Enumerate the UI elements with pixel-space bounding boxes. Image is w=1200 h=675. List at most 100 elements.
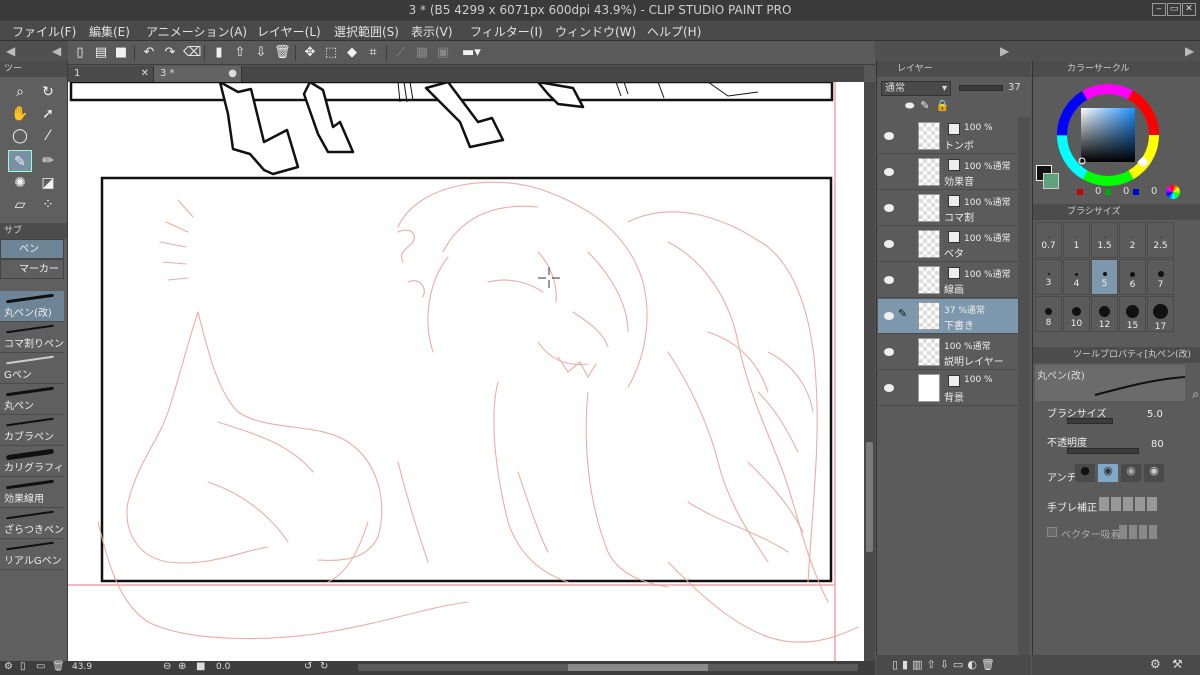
- canvas-area[interactable]: [68, 82, 864, 663]
- pencil-tool-icon[interactable]: ✏: [36, 150, 60, 172]
- visibility-eye-icon[interactable]: [884, 348, 894, 356]
- new-file-icon[interactable]: ▯: [72, 45, 88, 61]
- layer-thumbnail[interactable]: [918, 374, 940, 402]
- menu-window[interactable]: ウィンドウ(W): [555, 23, 636, 40]
- layer-name[interactable]: 下書き: [944, 317, 974, 332]
- layer-name[interactable]: コマ割: [944, 209, 974, 224]
- scroll-thumb[interactable]: [568, 664, 708, 671]
- fill-tool-icon[interactable]: ◪: [36, 172, 60, 194]
- close-button[interactable]: ✕: [1182, 3, 1196, 16]
- layer-row[interactable]: 100 %通常 効果音: [878, 155, 1018, 190]
- grid-icon[interactable]: ▦: [414, 45, 430, 61]
- layer-name[interactable]: 背景: [944, 389, 964, 404]
- brush-effect-line[interactable]: 効果線用: [0, 477, 64, 508]
- antialias-options[interactable]: ● ◉ ◉ ◉: [1075, 464, 1185, 482]
- brush-size-cell[interactable]: 4: [1063, 259, 1090, 295]
- select-all-icon[interactable]: ⬚: [323, 45, 339, 61]
- layer-thumbnail[interactable]: [918, 194, 940, 222]
- subtool-marker[interactable]: マーカー: [0, 259, 64, 279]
- brush-calligraphy[interactable]: カリグラフィ: [0, 446, 64, 477]
- menu-help[interactable]: ヘルプ(H): [647, 23, 701, 40]
- brush-koma-pen[interactable]: コマ割りペン: [0, 322, 64, 353]
- layer-name[interactable]: 線画: [944, 281, 964, 296]
- trash-icon[interactable]: 🗑: [274, 45, 291, 61]
- color-mode-icon[interactable]: [1166, 185, 1180, 199]
- menu-filter[interactable]: フィルター(I): [470, 23, 543, 40]
- brush-size-cell[interactable]: 3: [1035, 259, 1062, 295]
- vector-snap-checkbox[interactable]: [1047, 527, 1057, 537]
- opacity-slider[interactable]: [1067, 448, 1139, 454]
- horizontal-scrollbar[interactable]: [358, 664, 858, 671]
- green-value[interactable]: 0: [1123, 186, 1129, 197]
- redo-icon[interactable]: ↷: [162, 45, 178, 61]
- canvas-vertical-scrollbar[interactable]: [864, 82, 875, 663]
- vector-snap-slider[interactable]: [1119, 525, 1159, 539]
- menu-file[interactable]: ファイル(F): [12, 23, 76, 40]
- fit-icon[interactable]: ■: [196, 661, 205, 672]
- tab-doc-1[interactable]: 1 ✕: [68, 66, 154, 82]
- brush-size-cell[interactable]: 7: [1147, 259, 1174, 295]
- paste-icon[interactable]: ⇩: [253, 45, 269, 61]
- layer-thumbnail[interactable]: [918, 302, 940, 330]
- layer-row[interactable]: 100 % トンボ: [878, 119, 1018, 154]
- angle-value[interactable]: 0.0: [216, 662, 230, 672]
- blue-value[interactable]: 0: [1151, 186, 1157, 197]
- zoom-value[interactable]: 43.9: [72, 662, 92, 672]
- copy-icon[interactable]: ▭: [36, 661, 45, 672]
- collapse-right-icon[interactable]: ▶: [1000, 44, 1009, 58]
- brush-size-cell[interactable]: 2.5: [1147, 222, 1174, 258]
- brush-size-cell[interactable]: 1: [1063, 222, 1090, 258]
- brush-size-cell[interactable]: 1.5: [1091, 222, 1118, 258]
- visibility-eye-icon[interactable]: [884, 168, 894, 176]
- save-icon[interactable]: ■: [113, 45, 129, 61]
- layer-name[interactable]: 効果音: [944, 173, 974, 188]
- new-layer-icon[interactable]: ▮: [211, 45, 227, 61]
- trash-icon[interactable]: 🗑: [52, 661, 65, 672]
- red-value[interactable]: 0: [1095, 186, 1101, 197]
- brush-real-g-pen[interactable]: リアルGペン: [0, 539, 64, 570]
- layer-opacity-value[interactable]: 37: [1008, 82, 1021, 93]
- zoom-out-icon[interactable]: ⊖: [163, 661, 171, 672]
- brush-size-cell[interactable]: 2: [1119, 222, 1146, 258]
- visibility-eye-icon[interactable]: [884, 240, 894, 248]
- zoom-tool-icon[interactable]: ⌕: [8, 81, 32, 103]
- display-menu-icon[interactable]: ▬▾: [462, 45, 481, 61]
- brush-g-pen[interactable]: Gペン: [0, 353, 64, 384]
- menu-edit[interactable]: 編集(E): [89, 23, 130, 40]
- stabilization-slider[interactable]: [1099, 497, 1159, 511]
- layer-name[interactable]: 説明レイヤー: [944, 353, 1004, 368]
- brush-size-slider[interactable]: [1067, 418, 1113, 424]
- rotate-tool-icon[interactable]: ↻: [36, 81, 60, 103]
- layer-row[interactable]: 100 % 背景: [878, 371, 1018, 406]
- copy-icon[interactable]: ⇧: [232, 45, 248, 61]
- brush-kabura-pen[interactable]: カブラペン: [0, 415, 64, 446]
- layer-thumbnail[interactable]: [918, 266, 940, 294]
- modified-dot-icon[interactable]: ●: [228, 66, 237, 81]
- collapse-left-icon[interactable]: ◀: [52, 44, 61, 58]
- layer-row[interactable]: ✎ 37 %通常 下書き: [878, 299, 1018, 334]
- eyedropper-tool-icon[interactable]: ⁄: [36, 125, 60, 147]
- visibility-eye-icon[interactable]: [884, 132, 894, 140]
- open-folder-icon[interactable]: ▤: [93, 45, 109, 61]
- object-tool-icon[interactable]: ➚: [36, 103, 60, 125]
- subtool-pen[interactable]: ペン: [0, 239, 64, 259]
- zoom-in-icon[interactable]: ⊕: [178, 661, 186, 672]
- maximize-button[interactable]: ▭: [1167, 3, 1181, 16]
- visibility-eye-icon[interactable]: [884, 276, 894, 284]
- layer-row[interactable]: 100 %通常 ベタ: [878, 227, 1018, 262]
- blend-tool-icon[interactable]: ⁘: [36, 194, 60, 216]
- layer-thumbnail[interactable]: [918, 338, 940, 366]
- menu-animation[interactable]: アニメーション(A): [146, 23, 247, 40]
- wrench-icon[interactable]: ⚒: [1172, 657, 1183, 671]
- transform-icon[interactable]: ✥: [302, 45, 318, 61]
- layer-opacity-slider[interactable]: [959, 85, 1003, 91]
- collapse-right-icon[interactable]: ▶: [1185, 44, 1194, 58]
- move-tool-icon[interactable]: ✋: [8, 103, 32, 125]
- layer-thumbnail[interactable]: [918, 230, 940, 258]
- rotate-right-icon[interactable]: ↻: [320, 661, 328, 672]
- layer-row[interactable]: 100 %通常 線画: [878, 263, 1018, 298]
- brush-size-value[interactable]: 5.0: [1147, 409, 1163, 420]
- brush-maru-pen[interactable]: 丸ペン: [0, 384, 64, 415]
- search-icon[interactable]: ⌕: [1192, 387, 1199, 402]
- tool-property-title[interactable]: ツールプロパティ[丸ペン(改): [1073, 350, 1191, 360]
